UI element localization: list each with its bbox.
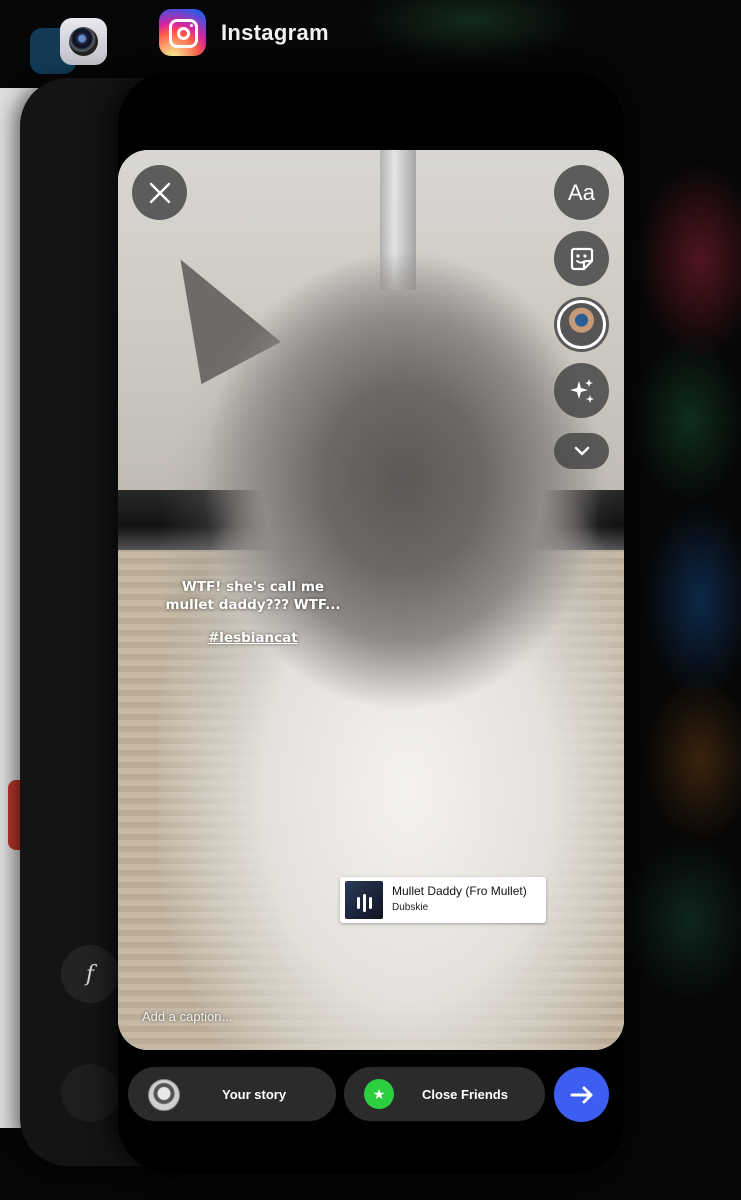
profile-avatar-icon [148,1079,180,1111]
story-photo: Aa WTF! she's call me mullet daddy??? WT… [118,150,624,1050]
close-button[interactable] [132,165,187,220]
close-friends-label: Close Friends [422,1086,508,1102]
effects-sparkle-icon [569,378,594,403]
mention-avatar-button[interactable] [554,297,609,352]
song-title: Mullet Daddy (Fro Mullet) [392,884,527,898]
caption-input[interactable]: Add a caption... [142,1009,232,1024]
your-story-label: Your story [222,1086,287,1102]
arrow-right-icon [570,1086,592,1103]
avatar-icon [557,300,606,349]
round-button[interactable] [61,1064,119,1122]
story-text-overlay[interactable]: WTF! she's call me mullet daddy??? WTF..… [158,578,348,614]
instagram-app-card[interactable]: Aa WTF! she's call me mullet daddy??? WT… [118,72,624,1174]
camera-lens-icon [69,27,98,56]
send-button[interactable] [554,1067,609,1122]
app-title: Instagram [221,20,329,45]
share-bar: Your story ★ Close Friends [118,1062,624,1122]
playing-bars-icon [357,894,372,912]
chevron-down-icon [574,446,589,456]
song-artist: Dubskie [392,902,429,913]
more-tools-button[interactable] [554,433,609,469]
close-friends-button[interactable]: ★ Close Friends [344,1067,545,1121]
instagram-app-icon[interactable] [159,9,206,56]
album-art [345,881,383,919]
effects-button[interactable] [554,363,609,418]
camera-app-icon[interactable] [60,18,107,65]
hashtag-sticker[interactable]: #lesbiancat [208,630,298,646]
sticker-button[interactable] [554,231,609,286]
close-icon [149,182,170,203]
star-icon: ★ [364,1079,394,1109]
your-story-button[interactable]: Your story [128,1067,336,1121]
sticker-icon [570,247,593,270]
function-button[interactable]: f [61,945,119,1003]
text-tool-button[interactable]: Aa [554,165,609,220]
music-sticker[interactable]: Mullet Daddy (Fro Mullet) Dubskie [340,877,546,923]
instagram-glyph-icon [169,19,198,48]
text-icon: Aa [568,179,595,205]
